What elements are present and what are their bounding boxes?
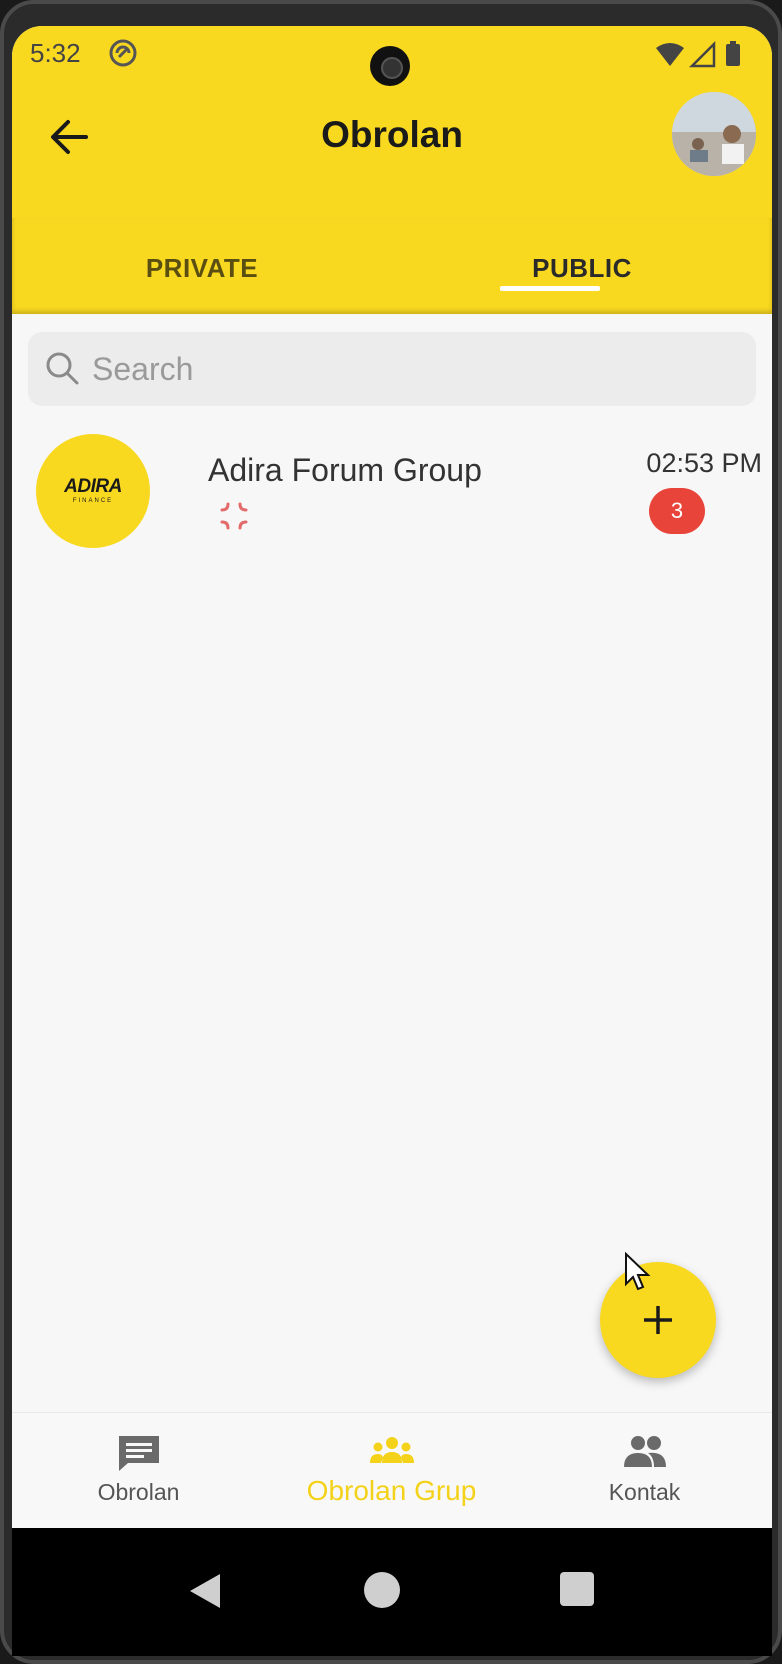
tab-public[interactable]: PUBLIC [392,218,772,314]
group-icon [370,1437,414,1463]
signal-icon [688,40,716,68]
new-chat-button[interactable] [600,1262,716,1378]
front-camera [370,46,410,86]
app-bar: 5:32 Obrolan PRIVATE PUBLIC [12,26,772,314]
tab-indicator [500,286,600,291]
group-logo: ADIRA FINANCE [36,434,150,548]
wifi-icon [656,43,684,66]
sync-icon [109,39,137,67]
phone-frame: 5:32 Obrolan PRIVATE PUBLIC Search ADIRA… [0,0,782,1664]
screen: 5:32 Obrolan PRIVATE PUBLIC Search ADIRA… [12,26,772,1656]
toolbar: Obrolan [12,84,772,218]
search-icon [46,352,79,385]
tab-private[interactable]: PRIVATE [12,218,392,314]
search-bar[interactable] [28,332,756,406]
nav-item-kontak[interactable]: Kontak [518,1413,771,1529]
nav-item-obrolan-grup[interactable]: Obrolan Grup [265,1413,518,1529]
chat-name: Adira Forum Group [208,452,482,488]
bottom-nav: Obrolan Obrolan Grup Kontak [12,1412,772,1528]
contacts-icon [624,1436,666,1467]
logo-text: ADIRA [64,476,122,497]
chat-time: 02:53 PM [646,448,762,478]
nav-item-obrolan[interactable]: Obrolan [12,1413,265,1529]
anger-emoji-icon [220,502,248,530]
system-nav-bar [12,1528,772,1656]
tab-bar: PRIVATE PUBLIC [12,218,772,314]
mouse-cursor-icon [625,1252,651,1291]
status-icons [656,40,740,68]
logo-subtext: FINANCE [72,498,114,504]
chat-icon [119,1436,159,1471]
nav-label-obrolan-grup: Obrolan Grup [306,1475,477,1506]
list-item[interactable]: ADIRA FINANCE Adira Forum Group 02:53 PM… [12,424,772,554]
unread-badge: 3 [649,488,705,534]
nav-label-kontak: Kontak [608,1479,681,1505]
page-title: Obrolan [321,114,463,155]
system-recents-icon[interactable] [560,1572,594,1606]
status-time: 5:32 [30,38,81,68]
system-home-icon[interactable] [364,1572,400,1608]
avatar[interactable] [672,92,756,176]
status-bar: 5:32 [12,26,772,86]
plus-icon [644,1306,672,1334]
battery-icon [726,44,740,66]
system-back-icon[interactable] [188,1572,222,1610]
nav-label-obrolan: Obrolan [97,1479,180,1505]
search-input[interactable] [92,344,732,394]
